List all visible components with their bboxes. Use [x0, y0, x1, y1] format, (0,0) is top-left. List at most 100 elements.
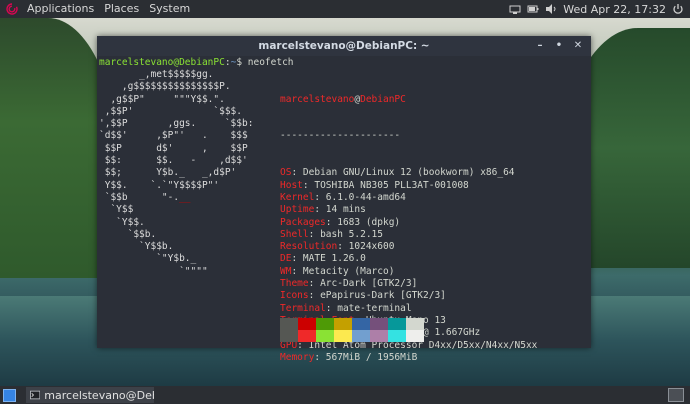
info-separator: ---------------------: [280, 130, 401, 142]
show-desktop-button[interactable]: [3, 388, 16, 402]
menu-system[interactable]: System: [144, 0, 195, 18]
color-palette: [280, 318, 424, 342]
terminal-window: marcelstevano@DebianPC: ~ – • ✕ marcelst…: [97, 36, 591, 363]
color-swatch: [370, 330, 388, 342]
info-row: Uptime: 14 mins: [280, 204, 366, 216]
info-key: DE: [280, 253, 292, 265]
system-tray: Wed Apr 22, 17:32: [509, 3, 690, 16]
maximize-button[interactable]: •: [552, 39, 566, 53]
menu-applications[interactable]: Applications: [22, 0, 99, 18]
color-swatch: [406, 330, 424, 342]
info-value: 567MiB / 1956MiB: [325, 351, 418, 363]
prompt-user: marcelstevano@DebianPC: [99, 57, 225, 68]
info-row: WM: Metacity (Marco): [280, 265, 395, 277]
info-header-host: DebianPC: [360, 93, 406, 105]
debian-logo-icon[interactable]: [6, 3, 18, 15]
info-key: Memory: [280, 351, 315, 363]
info-value: bash 5.2.15: [320, 228, 383, 240]
ascii-logo-line: ,g$$$$$$$$$$$$$$$P.: [99, 81, 231, 93]
top-panel: Applications Places System Wed Apr 22, 1…: [0, 0, 690, 18]
panel-clock[interactable]: Wed Apr 22, 17:32: [563, 3, 666, 16]
volume-icon[interactable]: [545, 3, 557, 15]
ascii-logo-line: `"""": [99, 265, 208, 277]
info-row: Terminal: mate-terminal: [280, 302, 412, 314]
info-key: Theme: [280, 278, 309, 290]
taskbar-item-terminal[interactable]: marcelstevano@Debi...: [26, 387, 154, 403]
info-value: 6.1.0-44-amd64: [325, 191, 406, 203]
bottom-panel: marcelstevano@Debi...: [0, 386, 690, 404]
color-swatch: [370, 318, 388, 330]
info-row: Packages: 1683 (dpkg): [280, 216, 401, 228]
ascii-logo-line: ,$$P' `$$$.: [99, 105, 242, 117]
info-value: Arc-Dark [GTK2/3]: [320, 278, 418, 290]
ascii-logo-line: `Y$$: [99, 204, 134, 216]
info-row: Host: TOSHIBA NB305 PLL3AT-001008: [280, 179, 469, 191]
color-swatch: [298, 318, 316, 330]
menu-places[interactable]: Places: [99, 0, 144, 18]
taskbar-item-label: marcelstevano@Debi...: [44, 388, 154, 402]
color-swatch: [388, 330, 406, 342]
power-icon[interactable]: [672, 3, 684, 15]
ascii-logo-line: $$: $$. - ,d$$': [99, 155, 248, 167]
debian-ascii-logo: _,met$$$$$gg. ,g$$$$$$$$$$$$$$$P. ,g$$P"…: [99, 69, 253, 278]
color-swatch: [334, 318, 352, 330]
info-value: ePapirus-Dark [GTK2/3]: [320, 290, 446, 302]
ascii-logo-line: `d$$' ,$P"' . $$$: [99, 130, 248, 142]
ascii-logo-line: _,met$$$$$gg.: [99, 69, 214, 80]
info-key: WM: [280, 265, 292, 277]
prompt-symbol: $: [236, 57, 248, 68]
workspace-switcher[interactable]: [668, 388, 684, 402]
window-titlebar[interactable]: marcelstevano@DebianPC: ~ – • ✕: [97, 36, 591, 56]
ascii-logo-line: ',$$P ,ggs. `$$b:: [99, 118, 254, 130]
network-icon[interactable]: [509, 3, 521, 15]
info-key: Icons: [280, 290, 309, 302]
info-row: Shell: bash 5.2.15: [280, 228, 383, 240]
color-swatch: [316, 318, 334, 330]
color-swatch: [316, 330, 334, 342]
terminal-icon: [30, 390, 41, 400]
terminal-body[interactable]: marcelstevano@DebianPC:~$ neofetch _,met…: [97, 56, 591, 363]
ascii-logo-line: Y$$. `.`"Y$$$$P"': [99, 179, 220, 191]
prompt-command: neofetch: [247, 57, 294, 68]
info-key: Host: [280, 179, 303, 191]
ascii-logo-line: $$; Y$b._ _,d$P': [99, 167, 237, 179]
color-swatch: [280, 318, 298, 330]
ascii-logo-line: ,g$$P" """Y$$.".: [99, 93, 225, 105]
info-row: OS: Debian GNU/Linux 12 (bookworm) x86_6…: [280, 167, 515, 179]
ascii-logo-line: `Y$$b.: [99, 241, 174, 253]
close-button[interactable]: ✕: [571, 39, 585, 53]
window-title: marcelstevano@DebianPC: ~: [258, 40, 430, 52]
info-key: Resolution: [280, 241, 338, 253]
info-key: Shell: [280, 228, 309, 240]
color-swatch: [298, 330, 316, 342]
info-key: OS: [280, 167, 292, 179]
minimize-button[interactable]: –: [533, 39, 547, 53]
color-swatch: [388, 318, 406, 330]
info-header-user: marcelstevano: [280, 93, 355, 105]
battery-icon[interactable]: [527, 3, 539, 15]
ascii-logo-line: `Y$$.: [99, 216, 145, 228]
color-swatch: [352, 330, 370, 342]
ascii-logo-line: `$$b "-.__: [99, 191, 191, 203]
command-prompt: marcelstevano@DebianPC:~$ neofetch: [99, 57, 294, 69]
ascii-logo-line: $$P d$' , $$P: [99, 142, 248, 154]
info-row: DE: MATE 1.26.0: [280, 253, 366, 265]
info-row: Kernel: 6.1.0-44-amd64: [280, 191, 406, 203]
info-row: Memory: 567MiB / 1956MiB: [280, 351, 418, 363]
info-value: mate-terminal: [337, 302, 412, 314]
info-value: MATE 1.26.0: [302, 253, 366, 265]
color-swatch: [352, 318, 370, 330]
info-key: Packages: [280, 216, 326, 228]
info-row: Icons: ePapirus-Dark [GTK2/3]: [280, 290, 446, 302]
info-value: Debian GNU/Linux 12 (bookworm) x86_64: [302, 167, 515, 179]
info-value: 14 mins: [325, 204, 366, 216]
info-key: Kernel: [280, 191, 315, 203]
color-swatch: [406, 318, 424, 330]
ascii-logo-line: `$$b.: [99, 228, 157, 240]
color-swatch: [334, 330, 352, 342]
info-header: marcelstevano@DebianPC: [280, 94, 537, 106]
info-value: 1024x600: [348, 241, 395, 253]
info-key: Terminal: [280, 302, 326, 314]
info-value: TOSHIBA NB305 PLL3AT-001008: [314, 179, 469, 191]
info-row: Resolution: 1024x600: [280, 241, 395, 253]
